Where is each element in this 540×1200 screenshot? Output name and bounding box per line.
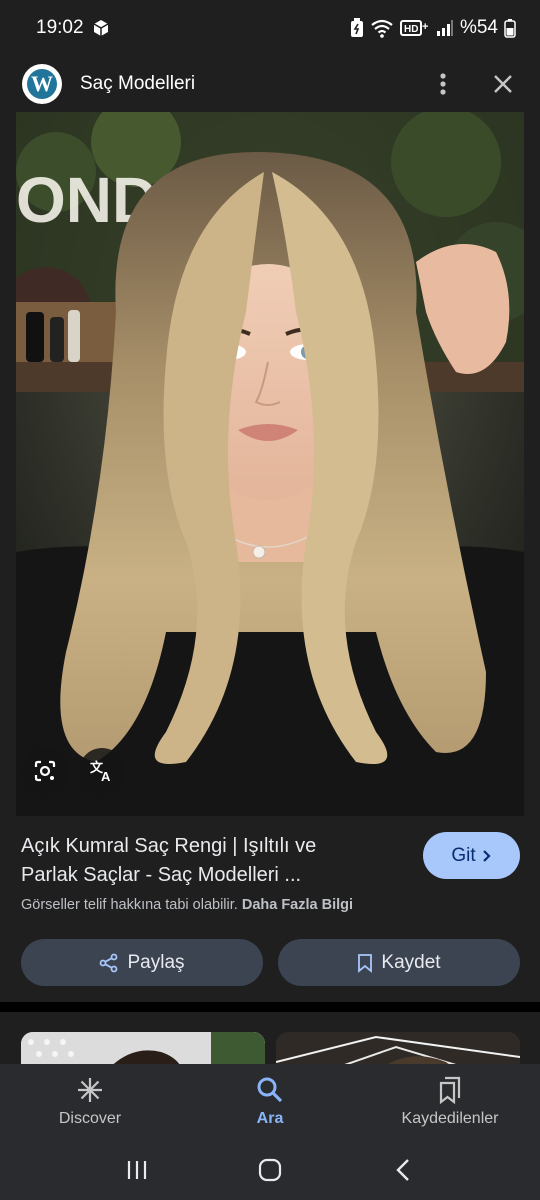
wordpress-logo: W	[22, 64, 62, 104]
box-icon	[92, 19, 110, 37]
battery-icon	[504, 18, 516, 38]
result-title[interactable]: Açık Kumral Saç Rengi | Işıltılı ve Parl…	[21, 832, 401, 890]
battery-percent: %54	[459, 17, 498, 38]
close-icon[interactable]	[488, 69, 518, 99]
nav-item-saved[interactable]: Kaydedilenler	[360, 1064, 540, 1140]
browser-header: W Saç Modelleri	[0, 56, 540, 112]
nav-item-search[interactable]: Ara	[180, 1064, 360, 1140]
copyright-text: Görseller telif hakkına tabi olabilir.	[21, 897, 238, 913]
wifi-icon	[370, 18, 394, 38]
related-images	[0, 1012, 540, 1064]
result-info-panel: Açık Kumral Saç Rengi | Işıltılı ve Parl…	[0, 816, 540, 1002]
home-icon[interactable]	[250, 1150, 290, 1190]
chevron-right-icon	[482, 849, 492, 863]
share-button-label: Paylaş	[127, 951, 185, 973]
nav-label-search: Ara	[256, 1110, 284, 1127]
asterisk-icon	[76, 1076, 104, 1104]
section-divider	[0, 1002, 540, 1012]
bottom-navigation: Discover Ara Kaydedilenler	[0, 1064, 540, 1140]
wordpress-logo-letter: W	[27, 69, 57, 99]
result-title-line2: Parlak Saçlar - Saç Modelleri ...	[21, 864, 302, 886]
signal-icon	[436, 19, 454, 37]
volte-icon: HD +	[399, 18, 430, 38]
nav-item-discover[interactable]: Discover	[0, 1064, 180, 1140]
system-navigation	[0, 1140, 540, 1200]
status-time: 19:02	[36, 17, 84, 38]
image-preview-area: ONDI 文 A	[0, 112, 540, 816]
hairstyle-photo[interactable]: ONDI	[16, 112, 524, 816]
battery-saver-icon	[350, 18, 364, 38]
share-button[interactable]: Paylaş	[21, 939, 263, 986]
google-lens-icon[interactable]	[22, 748, 68, 794]
copyright-notice: Görseller telif hakkına tabi olabilir. D…	[21, 897, 353, 913]
result-title-line1: Açık Kumral Saç Rengi | Işıltılı ve	[21, 835, 317, 857]
svg-text:+: +	[422, 21, 428, 33]
search-icon	[256, 1076, 284, 1104]
more-vert-icon[interactable]	[428, 69, 458, 99]
more-info-link[interactable]: Daha Fazla Bilgi	[242, 897, 353, 913]
page-title: Saç Modelleri	[80, 73, 196, 94]
visit-button-label: Git	[451, 844, 476, 866]
recent-apps-icon[interactable]	[117, 1150, 157, 1190]
collections-icon	[437, 1076, 463, 1104]
save-button[interactable]: Kaydet	[278, 939, 520, 986]
nav-label-discover: Discover	[58, 1110, 122, 1127]
visit-button[interactable]: Git	[423, 832, 520, 879]
save-button-label: Kaydet	[381, 951, 441, 973]
bookmark-icon	[357, 953, 373, 973]
back-icon[interactable]	[383, 1150, 423, 1190]
related-image-2[interactable]	[276, 1032, 520, 1064]
svg-text:A: A	[101, 769, 111, 783]
nav-label-saved: Kaydedilenler	[401, 1110, 499, 1127]
status-bar: 19:02 HD + %54	[0, 0, 540, 56]
translate-icon[interactable]: 文A	[79, 748, 125, 794]
related-image-1[interactable]	[21, 1032, 265, 1064]
share-icon	[99, 953, 119, 973]
svg-text:HD: HD	[404, 24, 418, 35]
